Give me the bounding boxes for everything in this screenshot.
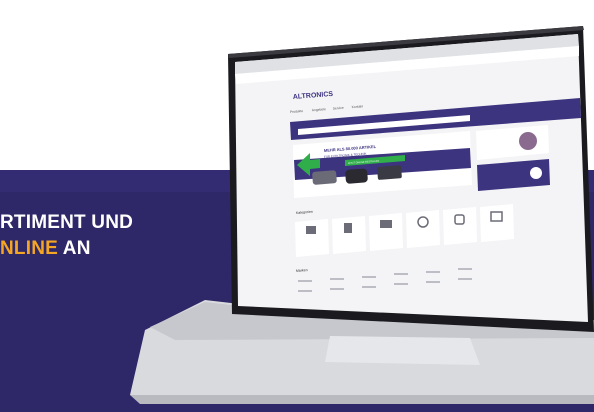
category-tile[interactable] bbox=[443, 207, 477, 245]
brand-link[interactable] bbox=[298, 280, 312, 282]
brand-link[interactable] bbox=[330, 278, 344, 280]
brand-link[interactable] bbox=[362, 286, 376, 288]
category-tile[interactable] bbox=[369, 213, 403, 251]
side-promo-person-image bbox=[519, 132, 537, 150]
category-icon bbox=[380, 220, 392, 228]
category-icon bbox=[344, 223, 352, 233]
brand-link[interactable] bbox=[458, 268, 472, 270]
brand-link[interactable] bbox=[362, 276, 376, 278]
hero-product-image bbox=[377, 165, 402, 180]
hero-product-image bbox=[312, 170, 337, 185]
plug-icon bbox=[530, 167, 542, 179]
category-tile[interactable] bbox=[295, 219, 329, 257]
laptop-scene: ALTRONICS Produkte Angebote Service Kont… bbox=[130, 26, 594, 404]
brand-link[interactable] bbox=[394, 273, 408, 275]
brand-link[interactable] bbox=[426, 281, 440, 283]
brand-link[interactable] bbox=[394, 283, 408, 285]
category-tile[interactable] bbox=[406, 210, 440, 248]
category-icon bbox=[306, 226, 316, 234]
brand-link[interactable] bbox=[330, 288, 344, 290]
brand-link[interactable] bbox=[298, 290, 312, 292]
hero-product-image bbox=[345, 168, 368, 184]
category-tile[interactable] bbox=[480, 204, 514, 242]
brand-link[interactable] bbox=[458, 278, 472, 280]
laptop-trackpad bbox=[325, 336, 480, 365]
laptop-base-edge bbox=[130, 395, 594, 404]
category-tile[interactable] bbox=[332, 216, 366, 254]
brand-link[interactable] bbox=[426, 271, 440, 273]
